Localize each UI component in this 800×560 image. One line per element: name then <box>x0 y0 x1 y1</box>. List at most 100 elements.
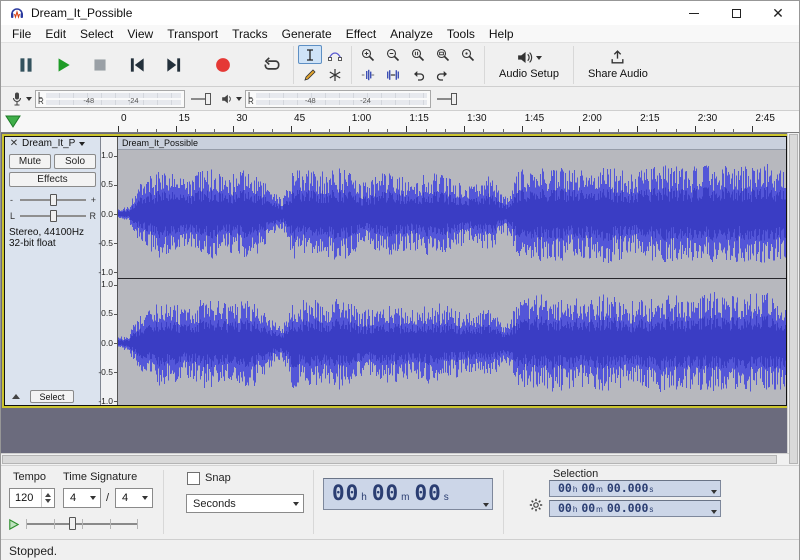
pan-slider-thumb[interactable] <box>50 210 57 222</box>
gain-slider[interactable]: - + <box>10 193 96 207</box>
playback-meter[interactable]: L R -48 -24 <box>245 90 431 108</box>
chevron-down-icon[interactable] <box>483 503 489 507</box>
selection-start-display[interactable]: 00h00m00.000s <box>549 480 721 497</box>
timeline-label: 2:45 <box>755 113 774 124</box>
share-audio-button[interactable]: Share Audio <box>578 45 658 85</box>
trim-audio-button[interactable] <box>356 65 380 84</box>
menu-tools[interactable]: Tools <box>440 25 482 43</box>
pan-slider[interactable]: L R <box>10 209 96 223</box>
stop-button[interactable] <box>83 49 117 81</box>
draw-tool-button[interactable] <box>298 65 322 84</box>
timeline-ruler[interactable]: 01530451:001:151:301:452:002:152:302:45 <box>1 111 799 133</box>
menu-file[interactable]: File <box>5 25 38 43</box>
menu-edit[interactable]: Edit <box>38 25 73 43</box>
status-text: Stopped. <box>9 544 57 558</box>
vertical-scrollbar[interactable] <box>787 133 799 475</box>
recording-meter-menu[interactable] <box>10 91 32 107</box>
menu-analyze[interactable]: Analyze <box>383 25 440 43</box>
recording-meter[interactable]: L R -48 -24 <box>35 90 185 108</box>
track-close-button[interactable]: ✕ <box>8 138 20 150</box>
meter-bar-right <box>46 100 181 105</box>
gain-slider-thumb[interactable] <box>50 194 57 206</box>
recording-volume-slider[interactable] <box>189 90 213 108</box>
play-button[interactable] <box>46 49 80 81</box>
menu-tracks[interactable]: Tracks <box>225 25 275 43</box>
envelope-tool-button[interactable] <box>323 45 347 64</box>
timeline-tick <box>156 129 157 132</box>
waveform-left-channel[interactable] <box>118 150 786 278</box>
minimize-button[interactable] <box>673 1 715 25</box>
main-toolbar: Audio Setup Share Audio <box>1 43 799 87</box>
audio-setup-button[interactable]: Audio Setup <box>489 45 569 85</box>
menu-effect[interactable]: Effect <box>339 25 383 43</box>
zoom-in-button[interactable] <box>356 45 380 64</box>
scale-tick <box>114 314 117 315</box>
silence-audio-button[interactable] <box>381 65 405 84</box>
loop-button[interactable] <box>255 49 289 81</box>
menu-transport[interactable]: Transport <box>160 25 225 43</box>
chevron-down-icon <box>536 56 542 60</box>
snap-mode-combobox[interactable]: Seconds <box>186 494 304 513</box>
maximize-button[interactable] <box>715 1 757 25</box>
chevron-down-icon[interactable] <box>711 490 717 494</box>
undo-button[interactable] <box>406 65 430 84</box>
playback-volume-slider[interactable] <box>435 90 459 108</box>
vertical-scrollbar-thumb[interactable] <box>789 134 798 464</box>
zoom-fit-project-button[interactable] <box>431 45 455 64</box>
playback-meter-menu[interactable] <box>220 91 242 107</box>
timeline-tick <box>368 129 369 132</box>
mute-button[interactable]: Mute <box>9 154 51 169</box>
collapse-track-button[interactable] <box>8 390 24 403</box>
slider-thumb[interactable] <box>451 93 457 105</box>
effects-button[interactable]: Effects <box>9 172 96 187</box>
gear-icon[interactable] <box>529 498 543 512</box>
waveform-area[interactable]: Dream_It_Possible <box>118 137 786 405</box>
playhead-pin-icon[interactable] <box>5 115 21 129</box>
snap-checkbox[interactable] <box>187 472 200 485</box>
undo-icon <box>411 68 425 82</box>
unit-m: m <box>596 485 603 494</box>
toolbar-separator <box>503 470 504 534</box>
selection-tool-button[interactable] <box>298 45 322 64</box>
skip-to-end-button[interactable] <box>157 49 191 81</box>
audio-position-display[interactable]: 00h00m00s <box>323 478 493 510</box>
play-speed-control[interactable] <box>7 514 138 534</box>
zoom-selection-button[interactable] <box>406 45 430 64</box>
scale-tick <box>114 156 117 157</box>
menu-generate[interactable]: Generate <box>275 25 339 43</box>
close-button[interactable]: ✕ <box>757 1 799 25</box>
zoom-out-button[interactable] <box>381 45 405 64</box>
timeline-tick <box>656 129 657 132</box>
meter-bar-left <box>256 93 427 98</box>
vertical-scale-ruler[interactable]: 1.00.50.0-0.5-1.0 1.00.50.0-0.5-1.0 <box>101 137 118 405</box>
pause-button[interactable] <box>9 49 43 81</box>
chevron-down-icon[interactable] <box>711 510 717 514</box>
track-select-button[interactable]: Select <box>30 390 74 403</box>
play-speed-thumb[interactable] <box>69 517 76 530</box>
zoom-in-icon <box>361 48 375 62</box>
clip-title-bar[interactable]: Dream_It_Possible <box>118 137 786 150</box>
slider-thumb[interactable] <box>205 93 211 105</box>
spinner-arrows[interactable] <box>41 489 54 507</box>
horizontal-scrollbar-thumb[interactable] <box>2 455 777 464</box>
record-button[interactable] <box>206 49 240 81</box>
time-signature-upper-select[interactable]: 4 <box>63 488 101 508</box>
selection-end-display[interactable]: 00h00m00.000s <box>549 500 721 517</box>
menu-select[interactable]: Select <box>73 25 120 43</box>
timeline-tick <box>541 129 542 132</box>
waveform-right-channel[interactable] <box>118 279 786 405</box>
tempo-spinner[interactable]: 120 <box>9 488 55 508</box>
skip-to-start-button[interactable] <box>120 49 154 81</box>
zoom-toggle-button[interactable] <box>456 45 480 64</box>
solo-button[interactable]: Solo <box>54 154 96 169</box>
horizontal-scrollbar[interactable] <box>1 453 789 465</box>
timeline-tick <box>618 129 619 132</box>
track-title-menu[interactable]: Dream_It_P <box>22 138 85 149</box>
meter-right-label: R <box>248 98 254 106</box>
menu-help[interactable]: Help <box>482 25 521 43</box>
menu-view[interactable]: View <box>120 25 160 43</box>
time-signature-lower-select[interactable]: 4 <box>115 488 153 508</box>
multi-tool-button[interactable] <box>323 65 347 84</box>
redo-button[interactable] <box>431 65 455 84</box>
play-speed-slider[interactable] <box>26 516 138 532</box>
